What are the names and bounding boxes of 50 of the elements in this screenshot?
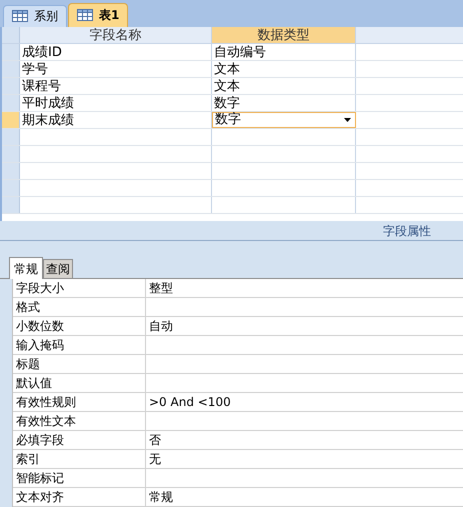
row-selector[interactable]	[2, 44, 20, 60]
select-all-corner[interactable]	[2, 26, 20, 43]
field-name-cell[interactable]: 成绩ID	[20, 44, 212, 60]
table-icon	[12, 10, 28, 22]
row-selector[interactable]	[2, 94, 20, 111]
property-label: 默认值	[16, 376, 52, 390]
field-name-cell[interactable]: 平时成绩	[20, 94, 212, 111]
property-label: 小数位数	[16, 319, 64, 333]
field-name-cell[interactable]: 学号	[20, 60, 212, 77]
data-type-cell[interactable]: 文本	[212, 60, 356, 77]
property-label: 输入掩码	[16, 338, 64, 352]
document-tab[interactable]: 表1	[68, 2, 128, 27]
property-label: 索引	[16, 452, 40, 466]
row-selector[interactable]	[2, 162, 20, 179]
dropdown-arrow-icon[interactable]	[344, 118, 351, 122]
blank-column-header[interactable]	[356, 26, 463, 43]
section-title: 字段属性	[383, 222, 431, 240]
property-tab[interactable]: 查阅	[43, 259, 73, 278]
document-tab[interactable]: 系别	[3, 4, 67, 27]
row-selector[interactable]	[2, 146, 20, 162]
property-label: 有效性规则	[16, 395, 76, 409]
property-label: 字段大小	[16, 281, 64, 295]
row-selector[interactable]	[2, 180, 20, 196]
table-icon	[77, 9, 93, 22]
property-label: 标题	[16, 357, 40, 371]
property-label: 有效性文本	[16, 414, 76, 428]
property-value[interactable]: 整型	[149, 281, 173, 295]
data-type-cell[interactable]: 数字	[212, 112, 356, 128]
row-selector[interactable]	[2, 112, 20, 128]
data-type-cell[interactable]: 文本	[212, 78, 356, 94]
column-header[interactable]: 数据类型	[212, 26, 356, 43]
property-tab[interactable]: 常规	[9, 257, 43, 279]
row-selector[interactable]	[2, 60, 20, 77]
row-selector[interactable]	[2, 78, 20, 94]
property-label: 必填字段	[16, 433, 64, 447]
row-selector[interactable]	[2, 196, 20, 213]
property-label: 智能标记	[16, 471, 64, 485]
property-value[interactable]: 常规	[149, 490, 173, 504]
data-type-cell[interactable]: 自动编号	[212, 44, 356, 60]
row-selector[interactable]	[2, 128, 20, 145]
property-label: 文本对齐	[16, 490, 64, 504]
property-value[interactable]: 否	[149, 433, 161, 447]
property-value[interactable]: 自动	[149, 319, 173, 333]
column-header[interactable]: 字段名称	[20, 26, 212, 43]
data-type-cell[interactable]: 数字	[212, 94, 356, 111]
property-value[interactable]: 无	[149, 452, 161, 466]
property-value[interactable]: >0 And <100	[149, 395, 231, 409]
field-name-cell[interactable]: 期末成绩	[20, 112, 212, 128]
field-name-cell[interactable]: 课程号	[20, 78, 212, 94]
property-label: 格式	[16, 300, 40, 314]
